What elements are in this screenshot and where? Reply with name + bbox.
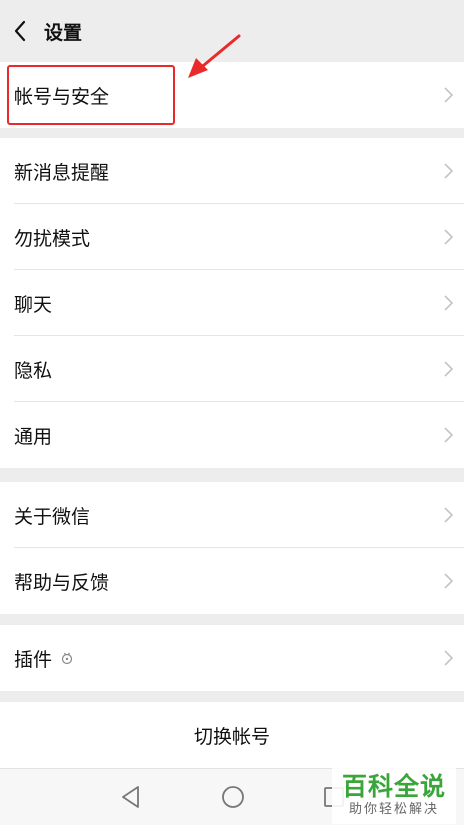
watermark: 百科全说 助你轻松解决 — [332, 768, 456, 824]
settings-item-do-not-disturb[interactable]: 勿扰模式 — [0, 204, 464, 270]
settings-item-plugins[interactable]: 插件 — [0, 625, 464, 691]
settings-item-label: 帮助与反馈 — [14, 571, 110, 594]
chevron-right-icon — [444, 507, 454, 523]
watermark-title: 百科全说 — [341, 772, 446, 801]
chevron-right-icon — [444, 361, 454, 377]
chevron-right-icon — [444, 87, 454, 103]
settings-item-general[interactable]: 通用 — [0, 402, 464, 468]
plugin-badge-icon — [61, 652, 73, 665]
settings-group-plugins: 插件 — [0, 625, 464, 691]
settings-item-new-message-alerts[interactable]: 新消息提醒 — [0, 138, 464, 204]
watermark-subtitle: 助你轻松解决 — [348, 802, 439, 817]
settings-item-help-feedback[interactable]: 帮助与反馈 — [0, 548, 464, 614]
page-title: 设置 — [44, 21, 83, 44]
settings-group-about: 关于微信 帮助与反馈 — [0, 482, 464, 614]
back-button[interactable] — [2, 0, 38, 62]
nav-home-icon[interactable] — [219, 783, 247, 811]
annotation-arrow-icon — [188, 34, 241, 78]
settings-item-privacy[interactable]: 隐私 — [0, 336, 464, 402]
highlight-box — [7, 65, 175, 125]
settings-item-label: 通用 — [14, 425, 53, 448]
settings-item-about-wechat[interactable]: 关于微信 — [0, 482, 464, 548]
settings-item-chats[interactable]: 聊天 — [0, 270, 464, 336]
switch-account-button[interactable]: 切换帐号 — [0, 702, 464, 768]
settings-group-general: 新消息提醒 勿扰模式 聊天 隐私 通用 — [0, 138, 464, 468]
chevron-right-icon — [444, 573, 454, 589]
nav-back-icon[interactable] — [118, 783, 146, 811]
chevron-right-icon — [444, 427, 454, 443]
back-arrow-icon — [14, 20, 26, 42]
settings-item-label: 勿扰模式 — [14, 227, 91, 250]
settings-item-label: 新消息提醒 — [14, 161, 110, 184]
chevron-right-icon — [444, 650, 454, 666]
chevron-right-icon — [444, 229, 454, 245]
chevron-right-icon — [444, 163, 454, 179]
settings-item-label: 关于微信 — [14, 505, 91, 528]
settings-item-label: 插件 — [14, 648, 53, 671]
settings-item-label: 隐私 — [14, 359, 53, 382]
settings-item-label: 聊天 — [14, 293, 53, 316]
chevron-right-icon — [444, 295, 454, 311]
